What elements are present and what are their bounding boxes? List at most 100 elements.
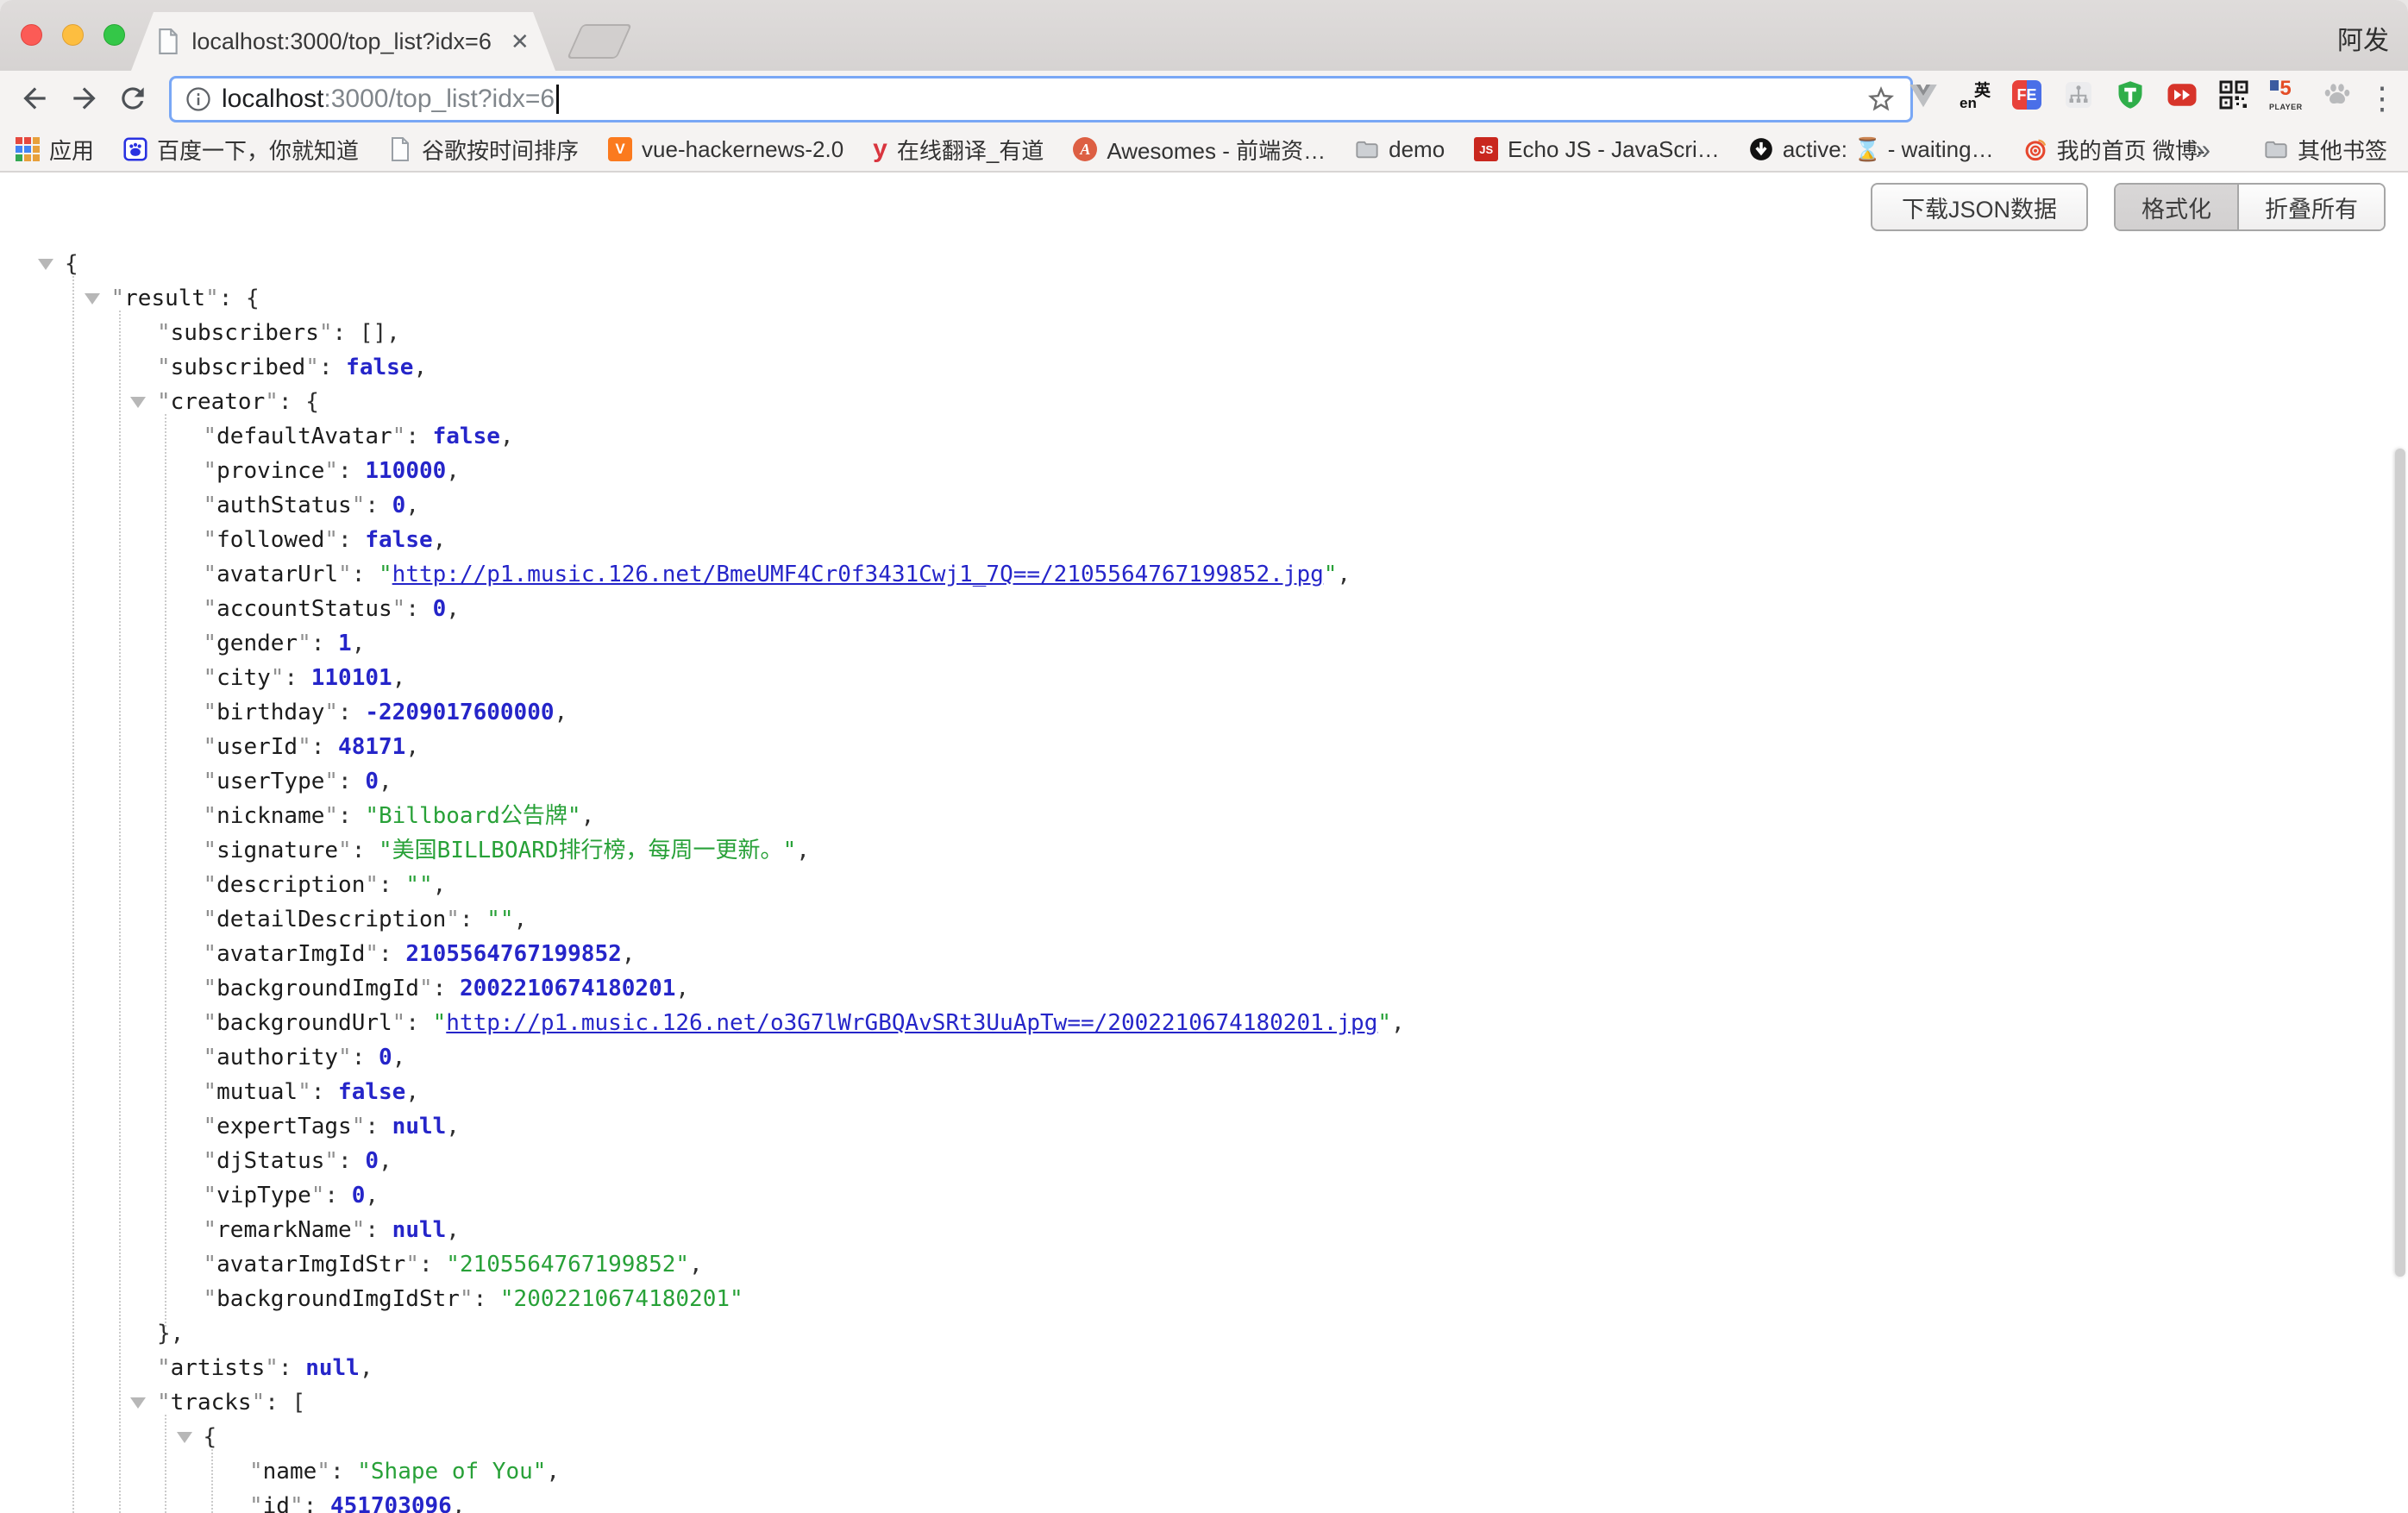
json-line: "authority": 0,	[0, 1040, 2389, 1075]
viewer-controls: 下载JSON数据 格式化 折叠所有	[1871, 183, 2386, 231]
sitemap-icon	[2063, 79, 2094, 110]
json-line: "authStatus": 0,	[0, 488, 2389, 523]
extension-vue-devtools[interactable]	[1906, 78, 1941, 112]
json-line: "nickname": "Billboard公告牌",	[0, 799, 2389, 833]
weibo-icon	[2023, 137, 2047, 161]
indent-guide	[72, 276, 74, 1513]
bookmark-item[interactable]: 谷歌按时间排序	[388, 134, 579, 166]
new-tab-button[interactable]	[567, 24, 632, 59]
json-line: "gender": 1,	[0, 626, 2389, 661]
extension-fast-forward[interactable]	[2165, 78, 2199, 112]
download-json-button[interactable]: 下载JSON数据	[1871, 183, 2088, 231]
collapse-all-button[interactable]: 折叠所有	[2239, 185, 2384, 229]
extension-paw[interactable]	[2320, 78, 2355, 112]
extension-translate[interactable]: 英en	[1958, 78, 1992, 112]
extension-sitemap[interactable]	[2061, 78, 2096, 112]
translate-icon: 英en	[1960, 79, 1991, 110]
json-line: "followed": false,	[0, 523, 2389, 557]
apps-grid-icon	[16, 137, 40, 161]
awesomes-icon: A	[1073, 137, 1097, 161]
minimize-window-button[interactable]	[62, 24, 84, 46]
baidu-paw-icon	[123, 137, 147, 161]
bookmark-item[interactable]: y在线翻译_有道	[873, 134, 1044, 166]
other-bookmarks-folder[interactable]: 其他书签	[2264, 134, 2387, 166]
tab-close-icon[interactable]: ✕	[511, 28, 530, 55]
forward-button[interactable]	[66, 79, 103, 117]
close-window-button[interactable]	[21, 24, 42, 46]
collapse-arrow-icon[interactable]	[130, 397, 146, 408]
view-mode-toggle: 格式化 折叠所有	[2114, 183, 2386, 231]
collapse-arrow-icon[interactable]	[85, 293, 100, 304]
json-tree: {"result": {"subscribers": [],"subscribe…	[0, 247, 2389, 1513]
url-host: localhost	[222, 85, 323, 114]
bookmark-item[interactable]: 百度一下，你就知道	[123, 134, 359, 166]
json-line: "avatarImgIdStr": "2105564767199852",	[0, 1247, 2389, 1282]
json-line: "id": 451703096,	[0, 1489, 2389, 1513]
json-url-link[interactable]: http://p1.music.126.net/BmeUMF4Cr0f3431C…	[392, 562, 1324, 587]
folder-icon	[1355, 137, 1379, 161]
bookmarks-right: » 其他书签	[2195, 128, 2387, 171]
json-line: "avatarUrl": "http://p1.music.126.net/Bm…	[0, 557, 2389, 592]
json-url-link[interactable]: http://p1.music.126.net/o3G7lWrGBQAvSRt3…	[446, 1010, 1377, 1036]
browser-window: localhost:3000/top_list?idx=6 ✕ 阿发 local…	[0, 0, 2408, 1513]
json-line: "name": "Shape of You",	[0, 1454, 2389, 1489]
url-bar[interactable]: localhost:3000/top_list?idx=6	[169, 76, 1913, 122]
json-line: "backgroundImgIdStr": "2002210674180201"	[0, 1282, 2389, 1316]
back-button[interactable]	[16, 79, 53, 117]
bookmark-item[interactable]: 我的首页 微博-随时…	[2023, 134, 2206, 166]
bookmark-label: Echo JS - JavaScri…	[1508, 136, 1720, 163]
json-line: "creator": {	[0, 385, 2389, 419]
collapse-arrow-icon[interactable]	[130, 1397, 146, 1409]
extension-shield-t[interactable]	[2113, 78, 2148, 112]
page-icon	[388, 137, 412, 161]
reload-button[interactable]	[114, 79, 152, 117]
tab-strip: localhost:3000/top_list?idx=6 ✕ 阿发	[0, 0, 2408, 71]
chrome-menu-button[interactable]: ⋮	[2363, 79, 2401, 117]
collapse-arrow-icon[interactable]	[177, 1432, 192, 1443]
extension-fe[interactable]: FE	[2010, 78, 2044, 112]
back-icon	[18, 82, 51, 115]
json-line: "userId": 48171,	[0, 730, 2389, 764]
json-line: "backgroundImgId": 2002210674180201,	[0, 971, 2389, 1006]
json-line: "subscribed": false,	[0, 350, 2389, 385]
json-line: "backgroundUrl": "http://p1.music.126.ne…	[0, 1006, 2389, 1040]
format-button[interactable]: 格式化	[2116, 185, 2239, 229]
json-line: "djStatus": 0,	[0, 1144, 2389, 1178]
collapse-arrow-icon[interactable]	[38, 259, 53, 270]
json-line: "remarkName": null,	[0, 1213, 2389, 1247]
other-bookmarks-label: 其他书签	[2298, 134, 2387, 166]
tab-title: localhost:3000/top_list?idx=6	[191, 28, 492, 55]
bookmark-item[interactable]: active: ⌛ - waiting…	[1749, 136, 1994, 163]
extension-qr-code[interactable]	[2217, 78, 2251, 112]
reload-icon	[116, 82, 149, 115]
json-line: "vipType": 0,	[0, 1178, 2389, 1213]
bookmark-item[interactable]: Vvue-hackernews-2.0	[608, 136, 843, 163]
bookmark-items: 应用百度一下，你就知道 谷歌按时间排序 Vvue-hackernews-2.0 y在线…	[16, 128, 2206, 171]
bookmark-item[interactable]: 应用	[16, 134, 94, 166]
bookmark-label: 在线翻译_有道	[897, 134, 1044, 166]
bookmark-star-icon[interactable]	[1866, 84, 1897, 115]
vue-square-icon: V	[608, 137, 632, 161]
json-line: "userType": 0,	[0, 764, 2389, 799]
bookmark-item[interactable]: JSEcho JS - JavaScri…	[1474, 136, 1720, 163]
extension-html5-player[interactable]: 5PLAYER	[2268, 78, 2303, 112]
json-line: {	[0, 247, 2389, 281]
indent-guide	[165, 1415, 166, 1513]
bookmark-label: active: ⌛ - waiting…	[1783, 136, 1994, 163]
indent-guide	[211, 1449, 213, 1513]
bookmark-label: 谷歌按时间排序	[422, 134, 579, 166]
profile-name: 阿发	[2337, 19, 2389, 57]
paw-icon	[2322, 79, 2353, 110]
vertical-scrollbar[interactable]	[2395, 449, 2405, 1277]
zoom-window-button[interactable]	[103, 24, 125, 46]
json-line: "mutual": false,	[0, 1075, 2389, 1109]
browser-tab[interactable]: localhost:3000/top_list?idx=6 ✕	[131, 12, 555, 71]
indent-guide	[165, 414, 166, 1327]
bookmarks-overflow-chevron[interactable]: »	[2195, 134, 2210, 166]
folder-icon	[2264, 137, 2288, 161]
bookmark-label: Awesomes - 前端资…	[1107, 134, 1326, 166]
json-line: "signature": "美国BILLBOARD排行榜，每周一更新。",	[0, 833, 2389, 868]
json-line: "detailDescription": "",	[0, 902, 2389, 937]
bookmark-item[interactable]: A Awesomes - 前端资…	[1073, 134, 1326, 166]
bookmark-item[interactable]: demo	[1355, 136, 1445, 163]
